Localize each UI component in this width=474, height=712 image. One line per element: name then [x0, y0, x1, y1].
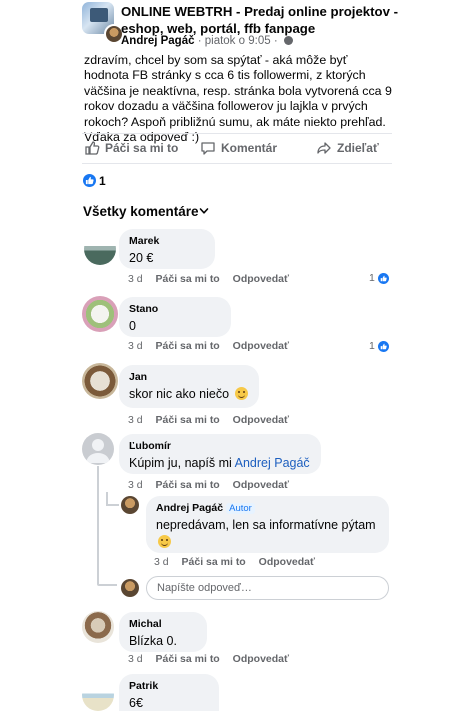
comment-reaction-count: 1: [369, 340, 375, 352]
comment-icon: [201, 142, 215, 155]
comment-reply-button[interactable]: Odpovedať: [233, 653, 289, 665]
comment-text: 20 €: [129, 251, 154, 265]
comment-author[interactable]: Patrik: [129, 680, 209, 693]
comment-reply-button[interactable]: Odpovedať: [259, 556, 315, 568]
like-button[interactable]: Páči sa mi to: [84, 140, 178, 156]
comment-time[interactable]: 3 d: [128, 479, 143, 491]
comment-bubble: Marek 20 €: [119, 229, 215, 269]
meta-separator: ·: [197, 35, 202, 47]
avatar[interactable]: [121, 579, 139, 597]
comment-time[interactable]: 3 d: [154, 556, 169, 568]
share-label: Zdieľať: [337, 141, 379, 155]
comment-like-button[interactable]: Páči sa mi to: [156, 340, 220, 352]
comments-sort-label[interactable]: Všetky komentáre: [83, 204, 199, 219]
post-body: zdravím, chcel by som sa spýtať - aká mô…: [84, 53, 392, 145]
comment-bubble: Patrik 6€: [119, 674, 219, 711]
avatar[interactable]: [121, 496, 139, 514]
comment-reaction-count: 1: [369, 272, 375, 284]
comment-like-button[interactable]: Páči sa mi to: [156, 273, 220, 285]
comment-like-button[interactable]: Páči sa mi to: [156, 653, 220, 665]
comment-label: Komentár: [221, 141, 278, 155]
globe-icon: [283, 36, 293, 45]
comment-time[interactable]: 3 d: [128, 414, 143, 426]
comment-author[interactable]: Marek: [129, 235, 205, 248]
avatar[interactable]: [82, 433, 114, 465]
thread-line: [97, 584, 117, 586]
comment-meta: 3 d Páči sa mi to Odpovedať: [128, 273, 299, 285]
comment-text: 6€: [129, 696, 143, 710]
comment-text: nepredávam, len sa informatívne pýtam: [156, 517, 379, 551]
comment-reply-button[interactable]: Odpovedať: [233, 479, 289, 491]
comment-text: 0: [129, 319, 136, 333]
meta-separator: ·: [273, 35, 278, 47]
comment-bubble: Ľubomír Kúpim ju, napíš mi Andrej Pagáč: [119, 434, 321, 474]
comment-reply-button[interactable]: Odpovedať: [233, 273, 289, 285]
like-reaction-icon: [377, 340, 389, 352]
comment-text: skor nic ako niečo: [129, 386, 249, 403]
like-reaction-icon: [377, 272, 389, 284]
comment-text-content: skor nic ako niečo: [129, 387, 230, 401]
reply-author[interactable]: Andrej Pagáč: [156, 502, 223, 514]
divider: [82, 133, 392, 134]
share-button[interactable]: Zdieľať: [316, 140, 379, 156]
comment-reactions[interactable]: 1: [369, 272, 389, 284]
avatar[interactable]: [82, 679, 114, 711]
comment-time[interactable]: 3 d: [128, 653, 143, 665]
post-time[interactable]: piatok o 9:05: [205, 35, 271, 47]
comment-meta: 3 d Páči sa mi to Odpovedať: [128, 479, 299, 491]
comment-time[interactable]: 3 d: [128, 340, 143, 352]
comment-text: Blízka 0.: [129, 634, 177, 648]
comment-author[interactable]: Michal: [129, 618, 197, 631]
comment-bubble: Jan skor nic ako niečo: [119, 365, 259, 408]
thread-line: [97, 466, 99, 584]
post-author[interactable]: Andrej Pagáč: [121, 35, 195, 47]
comment-author[interactable]: Stano: [129, 303, 221, 316]
mention-link[interactable]: Andrej Pagáč: [235, 456, 310, 470]
avatar[interactable]: [82, 296, 118, 332]
comment-meta: 3 d Páči sa mi to Odpovedať: [128, 414, 299, 426]
reply-input[interactable]: [146, 576, 389, 600]
like-label: Páči sa mi to: [105, 141, 179, 155]
reply-bubble: Andrej Pagáč Autor nepredávam, len sa inf…: [146, 496, 389, 553]
comment-reactions[interactable]: 1: [369, 340, 389, 352]
divider: [82, 163, 392, 164]
smile-emoji-icon: [158, 535, 171, 548]
comment-reply-button[interactable]: Odpovedať: [233, 414, 289, 426]
reaction-count[interactable]: 1: [99, 174, 106, 188]
comment-author: Andrej Pagáč Autor: [156, 502, 379, 515]
thread-line: [106, 492, 108, 504]
comment-author[interactable]: Jan: [129, 371, 249, 384]
comment-author[interactable]: Ľubomír: [129, 440, 311, 453]
share-icon: [317, 142, 331, 154]
avatar[interactable]: [82, 611, 114, 643]
comment-reply-button[interactable]: Odpovedať: [233, 340, 289, 352]
comment-meta: 3 d Páči sa mi to Odpovedať: [154, 556, 325, 568]
comment-text-content: nepredávam, len sa informatívne pýtam: [156, 518, 376, 532]
default-user-icon: [86, 439, 110, 463]
smile-emoji-icon: [234, 387, 248, 400]
chevron-down-icon[interactable]: [199, 206, 209, 216]
comment-bubble: Stano 0: [119, 297, 231, 337]
comment-like-button[interactable]: Páči sa mi to: [182, 556, 246, 568]
comment-time[interactable]: 3 d: [128, 273, 143, 285]
comment-text-content: Kúpim ju, napíš mi: [129, 456, 232, 470]
group-name[interactable]: ONLINE WEBTRH - Predaj online projektov …: [121, 3, 401, 37]
like-reaction-icon[interactable]: [83, 174, 96, 187]
comment-bubble: Michal Blízka 0.: [119, 612, 207, 652]
thumbs-up-icon: [85, 141, 100, 155]
comment-button[interactable]: Komentár: [200, 140, 277, 156]
comment-like-button[interactable]: Páči sa mi to: [156, 479, 220, 491]
avatar[interactable]: [84, 233, 116, 265]
thread-line: [106, 504, 119, 506]
comment-meta: 3 d Páči sa mi to Odpovedať: [128, 340, 299, 352]
author-badge: Autor: [226, 503, 255, 514]
post-meta: Andrej Pagáč · piatok o 9:05 ·: [121, 35, 293, 47]
avatar[interactable]: [82, 363, 118, 399]
comment-text: Kúpim ju, napíš mi Andrej Pagáč: [129, 455, 311, 472]
comment-like-button[interactable]: Páči sa mi to: [156, 414, 220, 426]
comment-meta: 3 d Páči sa mi to Odpovedať: [128, 653, 299, 665]
